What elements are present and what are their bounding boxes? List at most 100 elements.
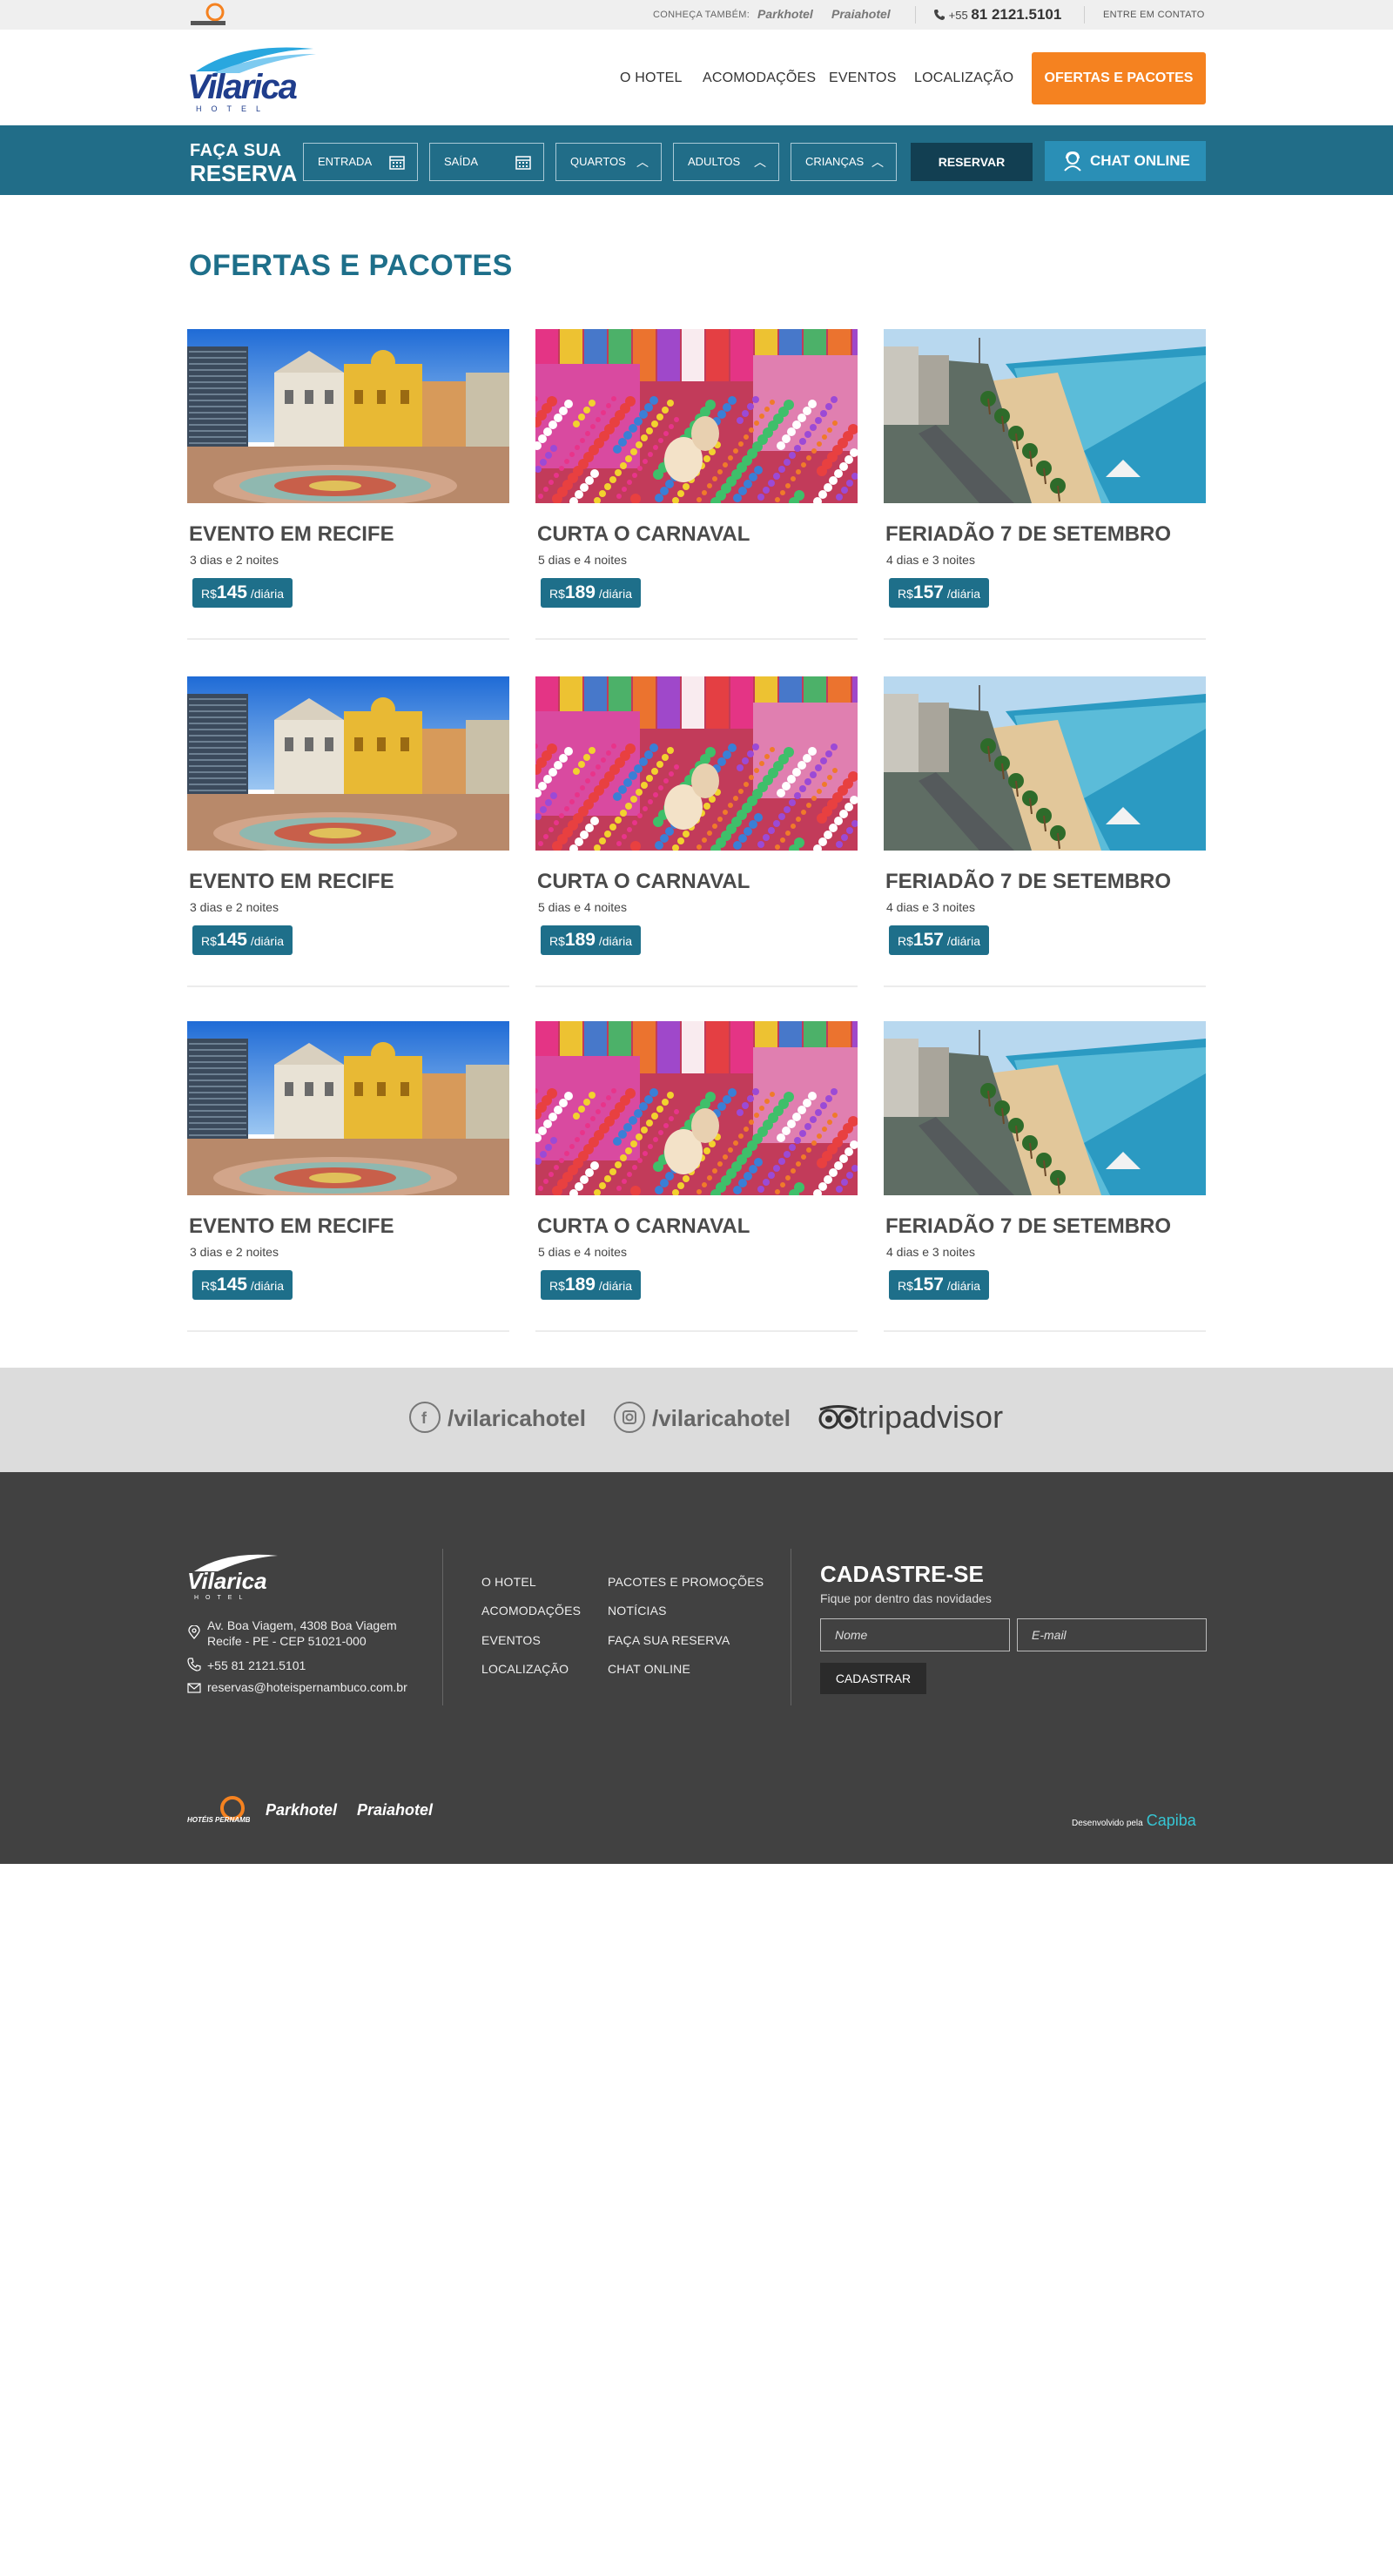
footer-email[interactable]: reservas@hoteispernambuco.com.br (207, 1679, 407, 1695)
checkout-label: SAÍDA (444, 155, 479, 168)
offer-image[interactable] (884, 329, 1206, 503)
price-currency: R$ (201, 1279, 217, 1293)
beach-aerial-image (884, 329, 1206, 503)
offer-price-badge[interactable]: R$189 /diária (541, 1270, 641, 1300)
rooms-select[interactable]: QUARTOS ︿ (555, 143, 662, 181)
offer-duration: 3 dias e 2 noites (190, 900, 279, 914)
footer-link-localizacao[interactable]: LOCALIZAÇÃO (481, 1662, 569, 1676)
offer-image[interactable] (884, 1021, 1206, 1195)
footer-vilarica-logo[interactable]: Vilarica HOTEL (187, 1549, 283, 1601)
carnival-crowd-image (535, 676, 858, 851)
offer-image[interactable] (187, 329, 509, 503)
reserve-button[interactable]: RESERVAR (911, 143, 1033, 181)
footer-link-o-hotel[interactable]: O HOTEL (481, 1575, 536, 1589)
developer-credit[interactable]: Desenvolvido pela Capiba (1072, 1812, 1196, 1830)
offers-button[interactable]: OFERTAS E PACOTES (1032, 52, 1206, 104)
tripadvisor-link[interactable]: tripadvisor (818, 1399, 1003, 1436)
header: Vilarica HOTEL O HOTEL ACOMODAÇÕES EVENT… (0, 30, 1393, 125)
offer-image[interactable] (535, 1021, 858, 1195)
hoteis-pernambuco-mini-logo[interactable] (187, 2, 229, 28)
offer-price-badge[interactable]: R$145 /diária (192, 578, 293, 608)
offer-card[interactable]: CURTA O CARNAVAL 5 dias e 4 noites R$189 /… (535, 1021, 858, 1345)
footer-link-pacotes[interactable]: PACOTES E PROMOÇÕES (608, 1575, 764, 1589)
offer-image[interactable] (884, 676, 1206, 851)
price-currency: R$ (549, 587, 565, 601)
footer-link-reserva[interactable]: FAÇA SUA RESERVA (608, 1633, 730, 1647)
offer-title[interactable]: FERIADÃO 7 DE SETEMBRO (885, 522, 1171, 547)
instagram-link[interactable]: /vilaricahotel (614, 1402, 791, 1436)
footer-link-chat[interactable]: CHAT ONLINE (608, 1662, 690, 1676)
checkout-field[interactable]: SAÍDA (429, 143, 544, 181)
calendar-icon (389, 156, 405, 170)
nav-o-hotel[interactable]: O HOTEL (620, 71, 683, 86)
card-divider (187, 1330, 509, 1332)
top-phone[interactable]: +55 81 2121.5101 (933, 6, 1061, 24)
card-divider (884, 985, 1206, 987)
footer-link-noticias[interactable]: NOTÍCIAS (608, 1604, 667, 1618)
price-unit: /diária (943, 934, 980, 948)
adults-select[interactable]: ADULTOS ︿ (673, 143, 779, 181)
offer-card[interactable]: FERIADÃO 7 DE SETEMBRO 4 dias e 3 noites R… (884, 676, 1206, 1000)
offer-image[interactable] (535, 676, 858, 851)
children-label: CRIANÇAS (805, 155, 865, 168)
newsletter-email-input[interactable] (1017, 1618, 1207, 1651)
praiahotel-footer-logo[interactable]: Praiahotel (357, 1801, 433, 1819)
instagram-handle: /vilaricahotel (652, 1404, 791, 1431)
footer-link-acomodacoes[interactable]: ACOMODAÇÕES (481, 1604, 581, 1618)
social-band: f/vilaricahotel /vilaricahotel tripadvis… (0, 1368, 1393, 1472)
footer-phone[interactable]: +55 81 2121.5101 (207, 1658, 306, 1673)
tripadvisor-owl-icon (818, 1405, 858, 1429)
nav-acomodacoes[interactable]: ACOMODAÇÕES (703, 71, 816, 86)
newsletter-name-input[interactable] (820, 1618, 1010, 1651)
logo-wordmark: Vilarica (187, 68, 298, 106)
praiahotel-link[interactable]: Praiahotel (831, 7, 891, 21)
footer-link-eventos[interactable]: EVENTOS (481, 1633, 541, 1647)
recife-plaza-image (187, 1021, 509, 1195)
vilarica-logo[interactable]: Vilarica HOTEL (187, 42, 318, 113)
offer-card[interactable]: EVENTO EM RECIFE 3 dias e 2 noites R$145 /… (187, 1021, 509, 1345)
offer-card[interactable]: FERIADÃO 7 DE SETEMBRO 4 dias e 3 noites R… (884, 329, 1206, 653)
price-value: 157 (912, 930, 944, 950)
offer-price-badge[interactable]: R$157 /diária (889, 578, 989, 608)
offer-title[interactable]: FERIADÃO 7 DE SETEMBRO (885, 870, 1171, 894)
offer-image[interactable] (535, 329, 858, 503)
hoteis-pernambuco-logo[interactable]: HOTÉIS PERNAMBUCO (187, 1794, 266, 1839)
offer-card[interactable]: EVENTO EM RECIFE 3 dias e 2 noites R$145 /… (187, 676, 509, 1000)
children-select[interactable]: CRIANÇAS ︿ (791, 143, 897, 181)
parkhotel-link[interactable]: Parkhotel (757, 7, 813, 21)
offer-title[interactable]: EVENTO EM RECIFE (189, 522, 394, 547)
facebook-link[interactable]: f/vilaricahotel (409, 1402, 586, 1436)
offer-title[interactable]: CURTA O CARNAVAL (537, 870, 750, 894)
recife-plaza-image (187, 329, 509, 503)
card-divider (884, 1330, 1206, 1332)
parkhotel-footer-logo[interactable]: Parkhotel (266, 1801, 337, 1819)
offer-image[interactable] (187, 676, 509, 851)
offer-price-badge[interactable]: R$189 /diária (541, 578, 641, 608)
offer-card[interactable]: CURTA O CARNAVAL 5 dias e 4 noites R$189 /… (535, 676, 858, 1000)
beach-aerial-image (884, 676, 1206, 851)
offer-price-badge[interactable]: R$157 /diária (889, 1270, 989, 1300)
offer-title[interactable]: EVENTO EM RECIFE (189, 1214, 394, 1239)
checkin-label: ENTRADA (318, 155, 373, 168)
offer-image[interactable] (187, 1021, 509, 1195)
newsletter-submit-button[interactable]: CADASTRAR (820, 1663, 926, 1694)
offer-title[interactable]: FERIADÃO 7 DE SETEMBRO (885, 1214, 1171, 1239)
offer-card[interactable]: EVENTO EM RECIFE 3 dias e 2 noites R$145 /… (187, 329, 509, 653)
facebook-handle: /vilaricahotel (448, 1404, 586, 1431)
price-unit: /diária (246, 934, 284, 948)
offer-title[interactable]: CURTA O CARNAVAL (537, 1214, 750, 1239)
offer-price-badge[interactable]: R$145 /diária (192, 925, 293, 955)
contact-link[interactable]: ENTRE EM CONTATO (1103, 10, 1205, 20)
chat-online-button[interactable]: CHAT ONLINE (1045, 141, 1206, 181)
offer-title[interactable]: CURTA O CARNAVAL (537, 522, 750, 547)
nav-eventos[interactable]: EVENTOS (829, 71, 897, 86)
reservation-title-bottom: RESERVA (190, 160, 298, 186)
offer-title[interactable]: EVENTO EM RECIFE (189, 870, 394, 894)
offer-price-badge[interactable]: R$189 /diária (541, 925, 641, 955)
offer-card[interactable]: FERIADÃO 7 DE SETEMBRO 4 dias e 3 noites R… (884, 1021, 1206, 1345)
offer-card[interactable]: CURTA O CARNAVAL 5 dias e 4 noites R$189 /… (535, 329, 858, 653)
checkin-field[interactable]: ENTRADA (303, 143, 418, 181)
offer-price-badge[interactable]: R$157 /diária (889, 925, 989, 955)
offer-price-badge[interactable]: R$145 /diária (192, 1270, 293, 1300)
nav-localizacao[interactable]: LOCALIZAÇÃO (914, 71, 1013, 86)
